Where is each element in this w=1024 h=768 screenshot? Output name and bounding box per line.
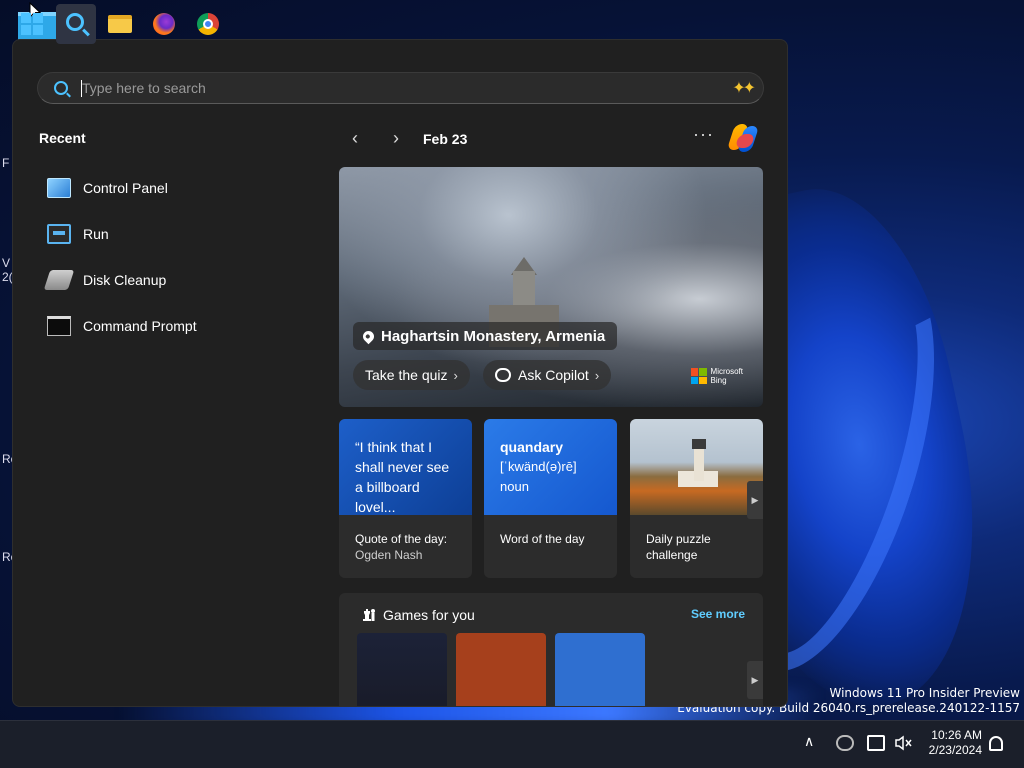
daily-image-card[interactable]: Haghartsin Monastery, Armenia Take the q… — [339, 167, 763, 407]
clock-date: 2/23/2024 — [928, 743, 982, 757]
next-day-button[interactable]: › — [386, 128, 406, 149]
see-more-link[interactable]: See more — [691, 607, 745, 621]
games-section: Games for you See more — [339, 593, 763, 706]
recent-item-command-prompt[interactable]: Command Prompt — [47, 303, 327, 349]
quote-card-title: Quote of the day: — [355, 532, 448, 546]
word-card-title: Word of the day — [500, 532, 585, 546]
cards-scroll-right-button[interactable]: ▶ — [747, 481, 763, 519]
clock-time: 10:26 AM — [931, 728, 982, 742]
firefox-button[interactable] — [144, 4, 184, 44]
quote-of-the-day-card[interactable]: “I think that I shall never see a billbo… — [339, 419, 472, 578]
take-quiz-label: Take the quiz — [365, 367, 448, 383]
windows-logo-icon — [21, 13, 43, 35]
ask-copilot-label: Ask Copilot — [518, 367, 589, 383]
recent-heading: Recent — [39, 130, 86, 146]
game-tile[interactable] — [456, 633, 546, 706]
desktop-label-clipped: F — [2, 156, 10, 170]
firefox-icon — [153, 13, 175, 35]
chat-bubble-icon — [495, 368, 511, 382]
more-options-button[interactable]: ··· — [693, 124, 714, 145]
location-text: Haghartsin Monastery, Armenia — [381, 327, 606, 345]
puzzle-title-line1: Daily puzzle — [646, 532, 711, 546]
bing-logo: Microsoft Bing — [690, 367, 743, 385]
location-pin-icon — [360, 328, 377, 344]
bing-line-2: Bing — [710, 376, 727, 385]
copilot-sparkle-icon[interactable]: ✦✦ — [732, 78, 756, 98]
show-hidden-icons-button[interactable]: ∧ — [804, 733, 814, 750]
recent-item-label: Control Panel — [83, 180, 168, 196]
ask-copilot-button[interactable]: Ask Copilot › — [483, 360, 612, 390]
chevron-right-icon: › — [453, 367, 458, 383]
taskbar-search-button[interactable] — [56, 4, 96, 44]
word-of-the-day-card[interactable]: quandary [ˈkwänd(ə)rē] noun Word of the … — [484, 419, 617, 578]
puzzle-title-line2: challenge — [646, 548, 698, 562]
recent-item-control-panel[interactable]: Control Panel — [47, 165, 327, 211]
games-scroll-right-button[interactable]: ▶ — [747, 661, 763, 699]
games-title: Games for you — [383, 607, 475, 623]
location-label[interactable]: Haghartsin Monastery, Armenia — [353, 322, 618, 350]
previous-day-button[interactable]: ‹ — [345, 128, 365, 149]
recent-item-label: Command Prompt — [83, 318, 197, 334]
word-part-of-speech: noun — [500, 479, 529, 494]
game-tile[interactable] — [357, 633, 447, 706]
recent-item-label: Disk Cleanup — [83, 272, 167, 288]
file-explorer-button[interactable] — [100, 4, 140, 44]
onedrive-cloud-icon[interactable] — [836, 735, 854, 751]
system-clock[interactable]: 10:26 AM 2/23/2024 — [920, 728, 982, 758]
feed-date: Feb 23 — [423, 131, 468, 147]
microsoft-logo-icon — [690, 368, 707, 384]
desktop-label-clipped: V — [2, 256, 11, 270]
folder-icon — [108, 15, 132, 33]
disk-cleanup-icon — [43, 270, 75, 290]
chrome-icon — [197, 13, 219, 35]
copilot-logo-icon[interactable] — [726, 122, 760, 152]
notification-bell-icon[interactable] — [989, 736, 1003, 751]
quote-author: Ogden Nash — [355, 548, 423, 562]
game-tile[interactable] — [555, 633, 645, 706]
command-prompt-icon — [47, 316, 71, 336]
bing-line-1: Microsoft — [710, 367, 743, 376]
puzzle-image — [630, 419, 763, 515]
search-icon — [54, 81, 68, 95]
start-button[interactable] — [12, 4, 52, 44]
run-icon — [47, 224, 71, 244]
recent-item-run[interactable]: Run — [47, 211, 327, 257]
chevron-right-icon: › — [594, 367, 600, 383]
control-panel-icon — [47, 178, 71, 198]
word-pronunciation: [ˈkwänd(ə)rē] — [500, 459, 577, 474]
daily-puzzle-card[interactable]: Daily puzzle challenge — [630, 419, 763, 578]
search-input[interactable] — [82, 77, 702, 99]
recent-list: Control Panel Run Disk Cleanup Command P… — [43, 165, 327, 349]
network-icon[interactable] — [867, 735, 885, 751]
take-quiz-button[interactable]: Take the quiz › — [353, 360, 470, 390]
quote-text: “I think that I shall never see a billbo… — [339, 419, 472, 515]
word-text: quandary — [500, 439, 564, 455]
chrome-button[interactable] — [188, 4, 228, 44]
recent-item-label: Run — [83, 226, 109, 242]
search-box[interactable]: ✦✦ — [37, 72, 764, 104]
recent-item-disk-cleanup[interactable]: Disk Cleanup — [43, 257, 327, 303]
chess-piece-icon — [363, 609, 375, 621]
search-panel: ✦✦ Recent Control Panel Run Disk Cleanup… — [12, 39, 788, 707]
search-icon — [66, 13, 84, 31]
volume-muted-icon[interactable] — [894, 735, 912, 751]
